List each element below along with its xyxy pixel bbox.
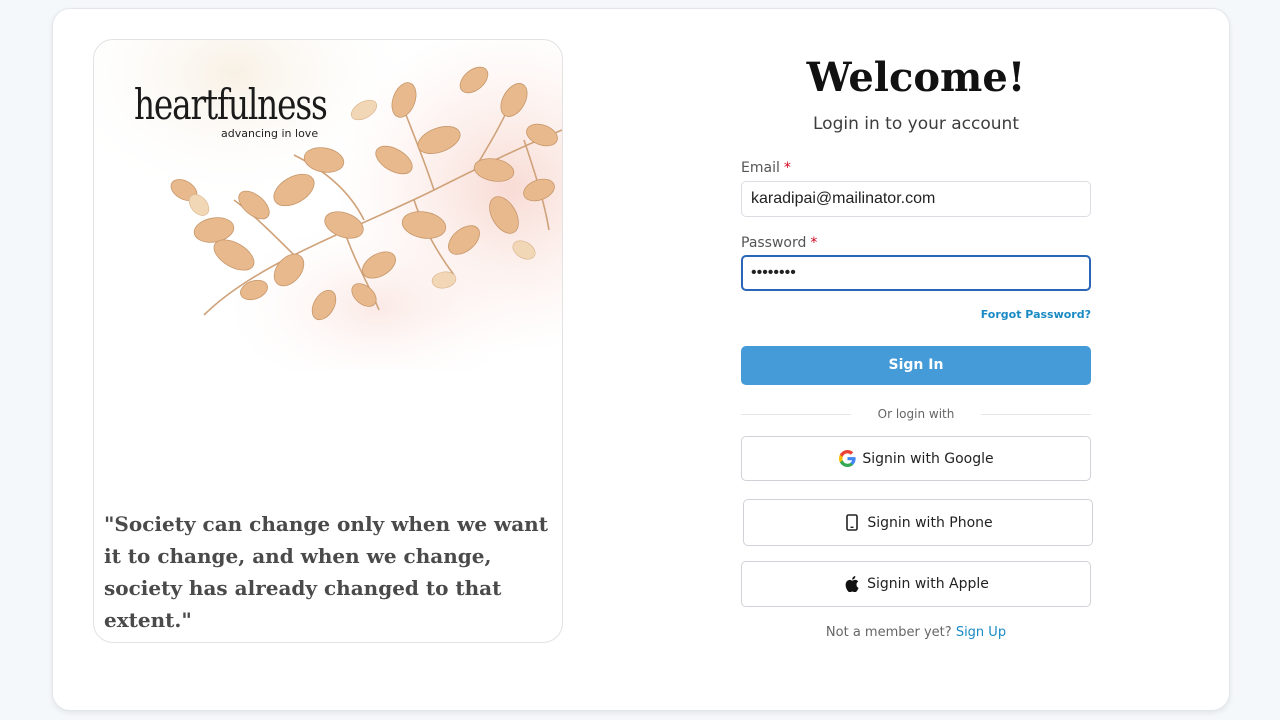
google-signin-label: Signin with Google xyxy=(862,450,994,467)
required-mark: * xyxy=(783,160,791,176)
brand-quote: "Society can change only when we want it… xyxy=(104,512,548,632)
apple-icon xyxy=(843,575,861,593)
forgot-password-link[interactable]: Forgot Password? xyxy=(981,308,1091,322)
page-title: Welcome! xyxy=(806,54,1026,101)
email-field[interactable]: karadipai@mailinator.com xyxy=(741,181,1091,217)
signup-prompt-text: Not a member yet? xyxy=(825,625,952,640)
login-card: heartfulness advancing in love "Society … xyxy=(52,8,1230,711)
google-icon xyxy=(838,450,856,468)
apple-signin-label: Signin with Apple xyxy=(867,576,989,592)
signup-prompt: Not a member yet? Sign Up xyxy=(741,624,1091,642)
signup-link[interactable]: Sign Up xyxy=(956,625,1006,640)
phone-icon xyxy=(843,514,861,532)
sign-in-button[interactable]: Sign In xyxy=(741,346,1091,385)
phone-signin-label: Signin with Phone xyxy=(867,514,993,531)
email-label-text: Email xyxy=(741,160,780,176)
required-mark: * xyxy=(810,235,818,251)
brand-logo: heartfulness xyxy=(134,80,328,129)
google-signin-button[interactable]: Signin with Google xyxy=(741,436,1091,481)
divider-line-right xyxy=(981,414,1091,415)
password-field[interactable]: •••••••• xyxy=(741,255,1091,291)
password-label-text: Password xyxy=(741,235,807,251)
brand-panel: heartfulness advancing in love "Society … xyxy=(93,39,563,643)
phone-signin-button[interactable]: Signin with Phone xyxy=(743,499,1093,546)
email-label: Email * xyxy=(741,159,791,177)
brand-tagline: advancing in love xyxy=(221,127,319,140)
apple-signin-button[interactable]: Signin with Apple xyxy=(741,561,1091,607)
page-subtitle: Login in to your account xyxy=(813,114,1019,134)
password-label: Password * xyxy=(741,234,817,252)
